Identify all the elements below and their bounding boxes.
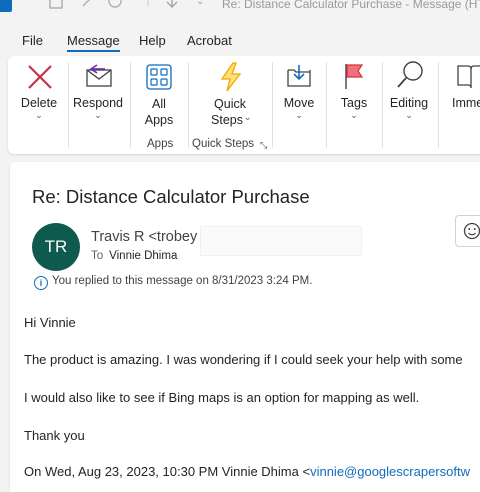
quick-steps-group-label: Quick Steps [192,138,254,150]
delete-x-icon [28,65,52,89]
undo-icon[interactable] [80,0,96,12]
delete-label: Delete [20,96,58,110]
avatar[interactable]: TR [32,223,80,271]
respond-chevron-icon: ⌄ [94,110,102,120]
quoted-email-link[interactable]: vinnie@googlescrapersoftw [310,464,470,479]
respond-button[interactable]: Respond ⌄ [70,56,126,136]
active-tab-indicator [67,50,120,52]
tags-chevron-icon: ⌄ [350,110,358,120]
all-apps-button[interactable]: All Apps [134,56,184,136]
apps-group-label: Apps [147,138,174,150]
editing-label: Editing [389,96,429,110]
all-apps-label-line2: Apps [144,113,174,127]
replied-info-text: You replied to this message on 8/31/2023… [52,275,313,287]
tab-acrobat[interactable]: Acrobat [187,33,232,48]
body-thanks: Thank you [24,428,85,443]
magnifier-icon [397,61,423,88]
body-paragraph-1: The product is amazing. I was wondering … [24,352,463,367]
body-greeting: Hi Vinnie [24,315,76,330]
move-button[interactable]: Move ⌄ [276,56,322,136]
recipient-name[interactable]: Vinnie Dhima [109,250,177,262]
smiley-icon [463,222,480,240]
immersive-reader-button[interactable]: Immer [442,56,480,136]
message-subject: Re: Distance Calculator Purchase [32,186,310,207]
tab-file[interactable]: File [22,33,43,48]
quoted-header-text: On Wed, Aug 23, 2023, 10:30 PM Vinnie Dh… [24,464,311,479]
quick-steps-chevron-icon: ⌄ [244,112,252,122]
ribbon-separator [68,62,69,148]
respond-label: Respond [72,96,124,110]
redo-icon[interactable] [106,0,124,12]
flag-icon [345,64,364,89]
ribbon: Delete ⌄ Respond ⌄ All Apps Apps Quick S… [8,56,480,154]
immersive-reader-book-icon [457,65,480,89]
quoted-header: On Wed, Aug 23, 2023, 10:30 PM Vinnie Dh… [24,464,470,479]
delete-button[interactable]: Delete ⌄ [14,56,64,136]
quick-steps-label-line2: Steps [211,113,243,127]
lightning-bolt-icon [220,62,242,92]
tags-button[interactable]: Tags ⌄ [330,56,378,136]
ribbon-separator [272,62,273,148]
respond-envelope-icon [86,64,112,87]
ribbon-separator [438,62,439,148]
replied-info-bar: i You replied to this message on 8/31/202… [34,275,312,290]
outlook-logo-icon [0,0,12,12]
quick-steps-button[interactable]: Quick Steps ⌄ [194,56,266,136]
customize-toolbar-chevron-icon[interactable]: ⌄ [196,0,204,7]
move-to-folder-icon [287,65,311,87]
arrow-down-icon[interactable] [164,0,180,12]
all-apps-label-line1: All [152,97,166,111]
editing-button[interactable]: Editing ⌄ [384,56,434,136]
to-label: To [91,250,104,262]
tags-label: Tags [340,96,368,110]
move-chevron-icon: ⌄ [295,110,303,120]
delete-chevron-icon: ⌄ [35,110,43,120]
tab-help[interactable]: Help [139,33,166,48]
toolbar-separator [147,0,149,6]
ribbon-separator [130,62,131,148]
reading-pane: Re: Distance Calculator Purchase TR Trav… [10,162,480,492]
immersive-label: Immer [452,96,480,110]
info-icon: i [34,276,48,290]
ribbon-separator [188,62,189,148]
all-apps-grid-icon [146,64,172,90]
ribbon-separator [326,62,327,148]
title-bar: ⌄ Re: Distance Calculator Purchase - Mes… [0,0,480,22]
redacted-email-area [200,226,362,256]
tab-message[interactable]: Message [67,33,120,48]
reaction-button[interactable] [455,215,480,247]
move-label: Move [283,96,315,110]
save-icon[interactable] [48,0,64,12]
body-paragraph-2: I would also like to see if Bing maps is… [24,390,420,405]
window-title: Re: Distance Calculator Purchase - Messa… [222,0,480,11]
quick-steps-label-line1: Quick [214,97,246,111]
sender-name[interactable]: Travis R <trobey [91,229,197,245]
editing-chevron-icon: ⌄ [405,110,413,120]
ribbon-separator [382,62,383,148]
recipient-line: To Vinnie Dhima [91,250,177,262]
dialog-launcher-icon[interactable]: ⤡ [260,140,267,151]
